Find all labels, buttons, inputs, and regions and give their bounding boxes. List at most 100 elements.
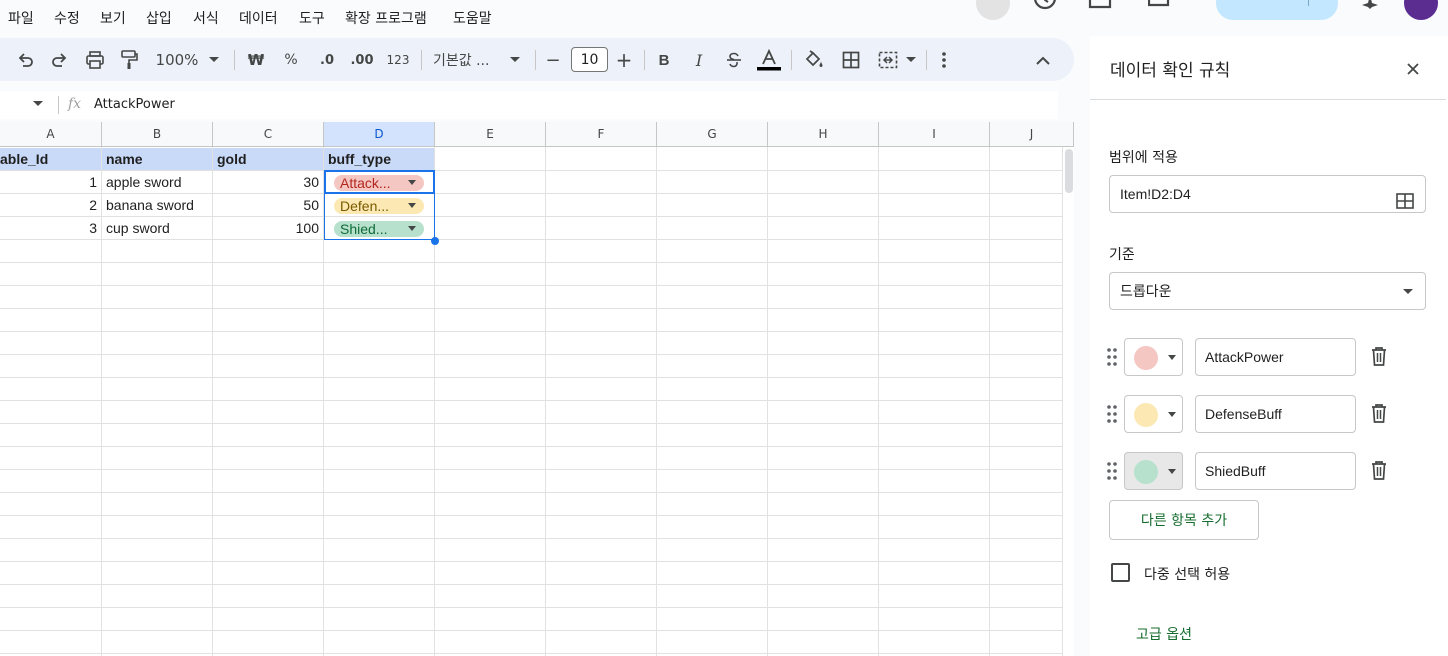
- gemini-icon[interactable]: [1362, 0, 1378, 13]
- percent-format-button[interactable]: %: [280, 47, 302, 73]
- multi-select-checkbox[interactable]: [1111, 563, 1130, 582]
- number-format-button[interactable]: 123: [384, 47, 412, 73]
- merge-dropdown-icon[interactable]: [904, 47, 918, 73]
- menu-edit[interactable]: 수정: [54, 8, 80, 28]
- cell-c2[interactable]: 30: [213, 171, 323, 194]
- avatar[interactable]: [1404, 0, 1438, 20]
- column-header-a[interactable]: A: [0, 122, 102, 147]
- cell-c4[interactable]: 100: [213, 217, 323, 240]
- cell-a2[interactable]: 1: [0, 171, 101, 194]
- formula-input[interactable]: AttackPower: [94, 97, 175, 112]
- menu-help[interactable]: 도움말: [453, 8, 492, 28]
- data-validation-panel: 데이터 확인 규칙 범위에 적용 Item!D2:D4 기준 드롭다운 Atta…: [1090, 36, 1448, 656]
- borders-icon[interactable]: [840, 47, 862, 73]
- name-box-dropdown-icon[interactable]: [33, 101, 43, 106]
- cell-b3[interactable]: banana sword: [102, 194, 212, 217]
- color-swatch: [1134, 346, 1158, 370]
- redo-icon[interactable]: [48, 47, 72, 73]
- close-icon[interactable]: [1402, 58, 1424, 80]
- cell-a3[interactable]: 2: [0, 194, 101, 217]
- drag-handle-icon[interactable]: [1106, 461, 1118, 481]
- menu-view[interactable]: 보기: [100, 8, 126, 28]
- vertical-scrollbar[interactable]: [1062, 147, 1074, 656]
- font-dropdown-icon[interactable]: [508, 47, 522, 73]
- history-icon[interactable]: [1032, 0, 1058, 16]
- column-header-g[interactable]: G: [657, 122, 768, 147]
- color-picker-button[interactable]: [1124, 395, 1183, 433]
- color-dropdown-icon: [1168, 412, 1176, 417]
- strikethrough-icon[interactable]: [724, 47, 744, 73]
- menu-file[interactable]: 파일: [8, 8, 34, 28]
- menu-format[interactable]: 서식: [193, 8, 219, 28]
- cell-a4[interactable]: 3: [0, 217, 101, 240]
- fill-color-icon[interactable]: [802, 47, 826, 73]
- select-range-icon[interactable]: [1396, 186, 1414, 222]
- cell-b4[interactable]: cup sword: [102, 217, 212, 240]
- fill-handle[interactable]: [431, 237, 439, 245]
- undo-icon[interactable]: [13, 47, 37, 73]
- menu-tools[interactable]: 도구: [299, 8, 325, 28]
- text-color-icon[interactable]: [757, 47, 781, 73]
- add-item-button[interactable]: 다른 항목 추가: [1109, 500, 1259, 540]
- bold-button[interactable]: B: [654, 47, 674, 73]
- color-picker-button[interactable]: [1124, 338, 1183, 376]
- column-header-c[interactable]: C: [213, 122, 324, 147]
- column-header-d[interactable]: D: [324, 122, 435, 147]
- item-value-input[interactable]: ShiedBuff: [1195, 452, 1356, 490]
- font-size-input[interactable]: 10: [571, 47, 608, 72]
- print-icon[interactable]: [83, 47, 107, 73]
- italic-button[interactable]: I: [689, 47, 709, 73]
- zoom-dropdown-icon[interactable]: [207, 47, 221, 73]
- row-gridline: [0, 400, 1062, 401]
- column-header-b[interactable]: B: [102, 122, 213, 147]
- increase-font-size-button[interactable]: +: [615, 47, 633, 73]
- column-header-i[interactable]: I: [879, 122, 990, 147]
- item-value-input[interactable]: DefenseBuff: [1195, 395, 1356, 433]
- dropdown-item-row: DefenseBuff: [1106, 394, 1446, 434]
- range-input[interactable]: Item!D2:D4: [1109, 175, 1426, 213]
- cell-a1[interactable]: able_Id: [0, 148, 101, 171]
- column-header-j[interactable]: J: [990, 122, 1074, 147]
- drag-handle-icon[interactable]: [1106, 347, 1118, 367]
- meet-icon[interactable]: [1147, 0, 1184, 15]
- more-options-icon[interactable]: [934, 47, 954, 73]
- merge-cells-icon[interactable]: [876, 47, 900, 73]
- currency-format-button[interactable]: ₩: [245, 47, 267, 73]
- criteria-dropdown-icon: [1403, 289, 1413, 294]
- menu-extensions[interactable]: 확장 프로그램: [345, 8, 427, 28]
- cell-d1[interactable]: buff_type: [324, 148, 434, 171]
- cell-b2[interactable]: apple sword: [102, 171, 212, 194]
- column-header-f[interactable]: F: [546, 122, 657, 147]
- collapse-toolbar-icon[interactable]: [1032, 47, 1054, 73]
- range-value: Item!D2:D4: [1120, 186, 1191, 202]
- decrease-decimal-button[interactable]: .0: [314, 47, 340, 73]
- spreadsheet-grid[interactable]: A B C D E F G H I J able_Id name gold bu…: [0, 122, 1074, 656]
- column-gridline: [989, 147, 990, 656]
- menu-data[interactable]: 데이터: [239, 8, 278, 28]
- menu-insert[interactable]: 삽입: [146, 8, 172, 28]
- color-picker-button[interactable]: [1124, 452, 1183, 490]
- paint-format-icon[interactable]: [117, 47, 141, 73]
- color-dropdown-icon: [1168, 469, 1176, 474]
- drag-handle-icon[interactable]: [1106, 404, 1118, 424]
- increase-decimal-button[interactable]: .00: [349, 47, 375, 73]
- font-select[interactable]: 기본값 ...: [433, 47, 499, 73]
- advanced-options-button[interactable]: 고급 옵션: [1136, 624, 1192, 644]
- scrollbar-thumb[interactable]: [1065, 149, 1073, 193]
- column-header-e[interactable]: E: [435, 122, 546, 147]
- share-button[interactable]: [1216, 0, 1338, 20]
- cell-c1[interactable]: gold: [213, 148, 323, 171]
- row-gridline: [0, 262, 1062, 263]
- delete-icon[interactable]: [1368, 459, 1390, 481]
- delete-icon[interactable]: [1368, 402, 1390, 424]
- cell-c3[interactable]: 50: [213, 194, 323, 217]
- delete-icon[interactable]: [1368, 345, 1390, 367]
- column-header-h[interactable]: H: [768, 122, 879, 147]
- cell-b1[interactable]: name: [102, 148, 212, 171]
- comments-icon[interactable]: [1088, 0, 1112, 15]
- zoom-select[interactable]: 100%: [152, 47, 202, 73]
- decrease-font-size-button[interactable]: −: [544, 47, 562, 73]
- account-status-icon[interactable]: [976, 0, 1010, 20]
- item-value-input[interactable]: AttackPower: [1195, 338, 1356, 376]
- criteria-select[interactable]: 드롭다운: [1109, 272, 1426, 310]
